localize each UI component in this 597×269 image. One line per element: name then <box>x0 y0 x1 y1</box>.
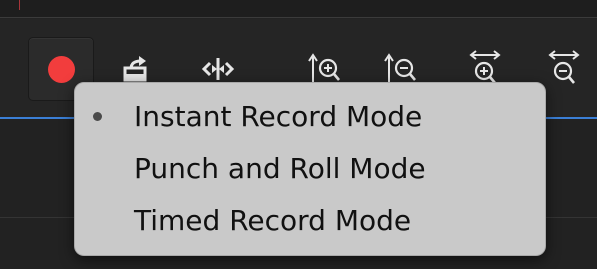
playhead-marker[interactable] <box>19 0 20 10</box>
timeline-ruler[interactable] <box>0 0 597 18</box>
menu-item-label: Punch and Roll Mode <box>134 151 426 185</box>
record-mode-menu: Instant Record Mode Punch and Roll Mode … <box>74 82 546 256</box>
horizontal-zoom-out-icon <box>548 50 580 84</box>
menu-item-label: Instant Record Mode <box>134 99 423 133</box>
menu-item-punch-and-roll-mode[interactable]: Punch and Roll Mode <box>75 144 547 192</box>
export-icon <box>123 56 147 82</box>
selected-bullet-icon <box>93 111 102 121</box>
app-window: Instant Record Mode Punch and Roll Mode … <box>0 0 597 269</box>
menu-item-timed-record-mode[interactable]: Timed Record Mode <box>75 196 547 244</box>
split-icon <box>201 58 235 80</box>
menu-item-instant-record-mode[interactable]: Instant Record Mode <box>75 92 547 140</box>
menu-item-label: Timed Record Mode <box>134 203 412 237</box>
vertical-zoom-in-icon <box>308 53 340 82</box>
vertical-zoom-out-icon <box>384 53 416 82</box>
record-icon <box>47 55 75 83</box>
